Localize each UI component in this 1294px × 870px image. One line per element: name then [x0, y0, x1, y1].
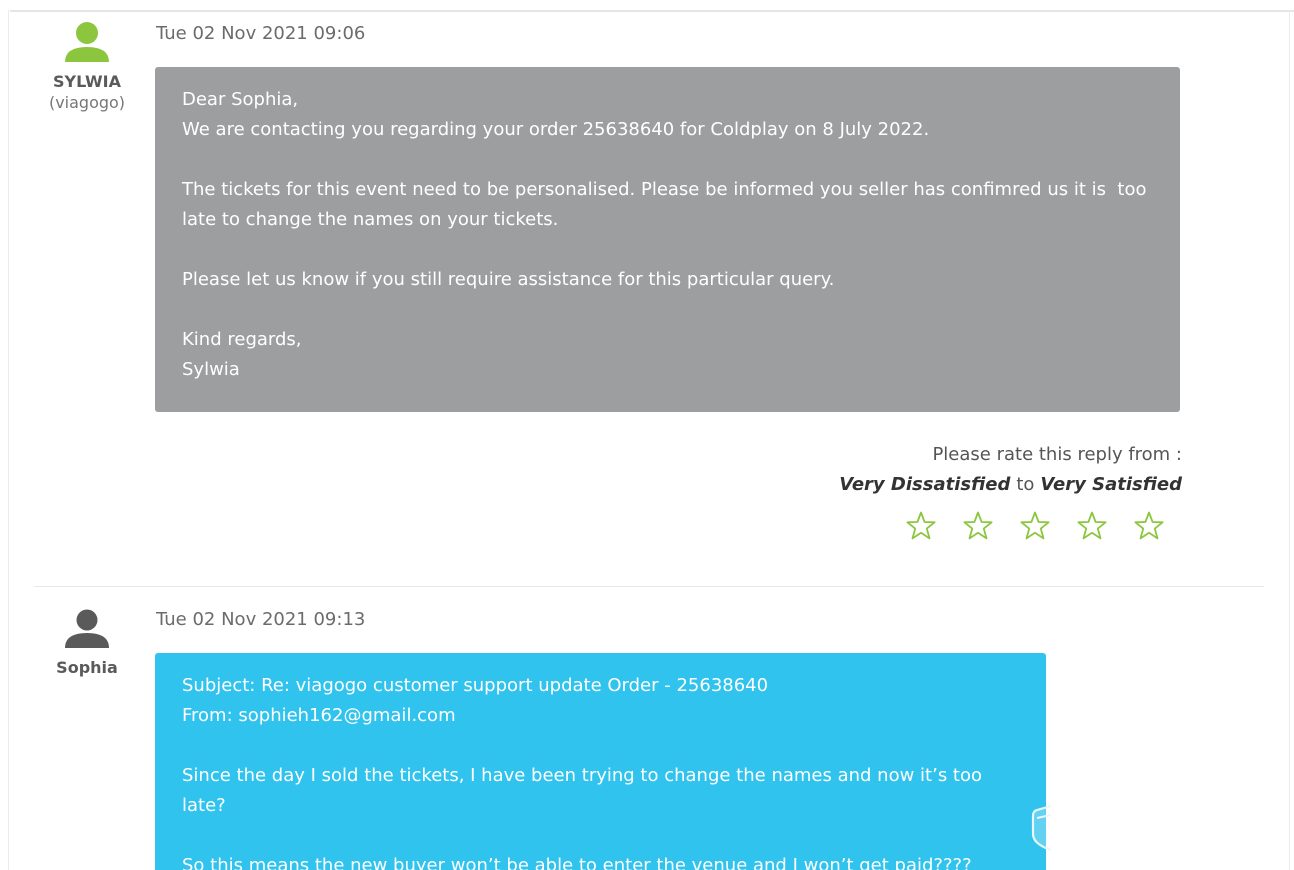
rating-prompt: Please rate this reply from : — [932, 444, 1182, 465]
message-paragraph: Please let us know if you still require … — [182, 269, 835, 290]
star-outline-icon[interactable] — [962, 510, 994, 542]
message-paragraph: Dear Sophia, We are contacting you regar… — [182, 89, 930, 140]
message-paragraph: So this means the new buyer won’t be abl… — [182, 855, 972, 870]
star-outline-icon[interactable] — [1076, 510, 1108, 542]
message-paragraph: Since the day I sold the tickets, I have… — [182, 765, 988, 816]
message-timestamp: Tue 02 Nov 2021 09:06 — [156, 23, 366, 44]
reply-rating: Please rate this reply from : Very Dissa… — [839, 440, 1182, 500]
user-avatar-icon — [65, 609, 109, 648]
message-author-agent: SYLWIA (viagogo) — [37, 20, 137, 114]
rating-connector: to — [1016, 474, 1035, 495]
thread-top-border — [10, 10, 1294, 12]
user-avatar-icon — [65, 22, 109, 62]
shield-icon[interactable] — [1031, 804, 1053, 852]
author-name: Sophia — [56, 658, 118, 677]
author-name: SYLWIA — [52, 72, 122, 91]
message-author-customer: Sophia — [37, 608, 137, 678]
rating-high-label: Very Satisfied — [1040, 474, 1182, 495]
star-outline-icon[interactable] — [1019, 510, 1051, 542]
rating-stars — [905, 510, 1165, 542]
message-paragraph: The tickets for this event need to be pe… — [182, 179, 1153, 230]
message-bubble-customer: Subject: Re: viagogo customer support up… — [155, 653, 1046, 870]
message-paragraph: Kind regards, Sylwia — [182, 329, 302, 380]
star-outline-icon[interactable] — [905, 510, 937, 542]
rating-scale: Very Dissatisfied to Very Satisfied — [839, 470, 1182, 500]
rating-low-label: Very Dissatisfied — [839, 474, 1011, 495]
message-bubble-agent: Dear Sophia, We are contacting you regar… — [155, 67, 1180, 412]
conversation-thread: SYLWIA (viagogo) Tue 02 Nov 2021 09:06 D… — [0, 0, 1294, 870]
thread-right-border — [1289, 10, 1290, 870]
author-organization: (viagogo) — [48, 93, 126, 112]
message-paragraph: Subject: Re: viagogo customer support up… — [182, 675, 769, 726]
message-timestamp: Tue 02 Nov 2021 09:13 — [156, 609, 366, 630]
message-divider — [34, 586, 1264, 587]
thread-left-border — [8, 10, 9, 870]
star-outline-icon[interactable] — [1133, 510, 1165, 542]
